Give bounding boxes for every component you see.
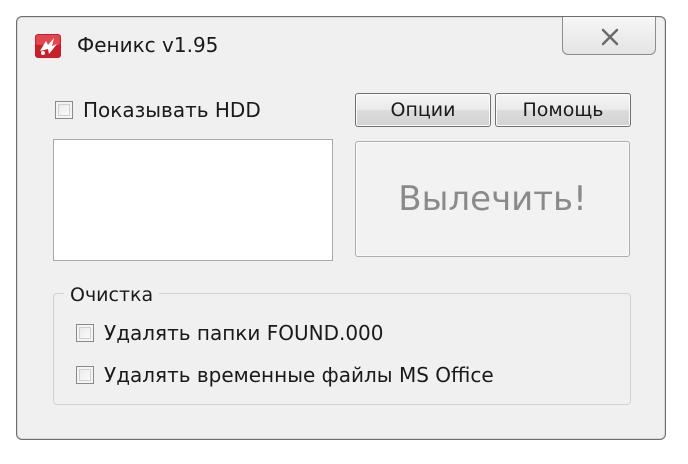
- show-hdd-label[interactable]: Показывать HDD: [83, 98, 261, 122]
- cleanup-group: [53, 293, 631, 405]
- delete-found-folders-label[interactable]: Удалять папки FOUND.000: [104, 321, 384, 345]
- delete-office-temp-label[interactable]: Удалять временные файлы MS Office: [104, 363, 494, 387]
- title-bar[interactable]: Феникс v1.95: [17, 17, 665, 73]
- cleanup-group-title: Очистка: [64, 284, 160, 306]
- delete-found-folders-checkbox[interactable]: [76, 324, 94, 342]
- close-button[interactable]: [562, 17, 656, 55]
- phoenix-app-icon: [34, 33, 62, 59]
- help-button[interactable]: Помощь: [495, 93, 631, 127]
- window-title: Феникс v1.95: [77, 33, 219, 57]
- options-button[interactable]: Опции: [355, 93, 491, 127]
- cure-button[interactable]: Вылечить!: [355, 141, 630, 257]
- hdd-list[interactable]: [53, 139, 333, 261]
- delete-office-temp-checkbox[interactable]: [76, 366, 94, 384]
- main-window: Феникс v1.95 Показывать HDD Опции Помощь…: [16, 16, 666, 440]
- show-hdd-checkbox[interactable]: [55, 101, 73, 119]
